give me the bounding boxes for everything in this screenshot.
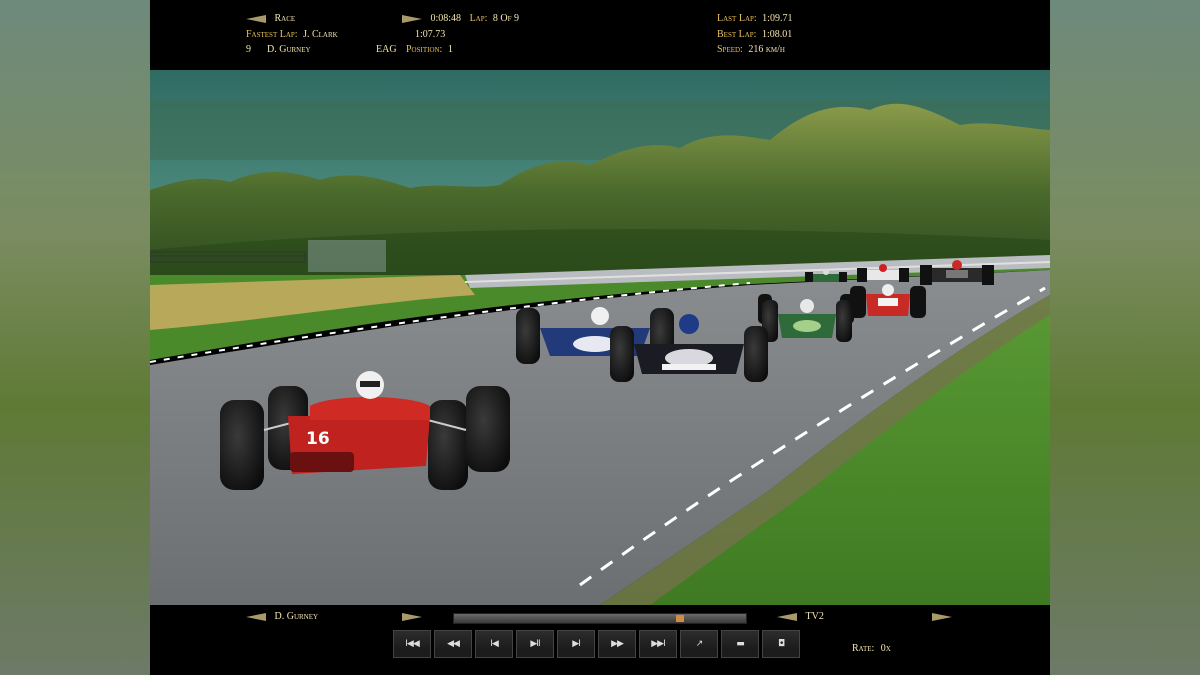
replay-progress-bar[interactable] <box>453 613 747 624</box>
fastest-lap-driver: J. Clark <box>303 29 338 40</box>
previous-driver-arrow-icon[interactable] <box>246 612 266 621</box>
rate-value: 0x <box>880 643 891 654</box>
window-icon: ◘ <box>777 639 785 649</box>
race-scene: 16 <box>150 70 1050 605</box>
fast-forward-button[interactable]: ▶▶ <box>598 630 636 658</box>
play-pause-button[interactable]: ▶II <box>516 630 554 658</box>
position: Position: 1 <box>406 44 453 55</box>
best-lap: Best Lap: 1:08.01 <box>717 29 792 40</box>
best-lap-value: 1:08.01 <box>761 29 793 40</box>
camera-toggle-icon: ↗ <box>695 639 703 649</box>
previous-camera-arrow-icon[interactable] <box>777 612 797 621</box>
best-lap-label: Best Lap: <box>717 29 757 40</box>
step-back-button[interactable]: I◀ <box>475 630 513 658</box>
selected-driver: D. Gurney <box>274 611 319 622</box>
step-forward-button[interactable]: ▶I <box>557 630 595 658</box>
speed: Speed: 216 km/h <box>717 44 785 55</box>
step-back-icon: I◀ <box>490 639 499 649</box>
lap-label: Lap: <box>469 13 488 24</box>
camera-selector[interactable]: TV2 <box>777 611 824 622</box>
skip-to-start-button[interactable]: I◀◀ <box>393 630 431 658</box>
speed-value: 216 km/h <box>748 44 785 55</box>
mode-label: Race <box>274 13 296 24</box>
next-arrow-icon <box>402 14 422 23</box>
playback-controls: I◀◀ ◀◀ I◀ ▶II ▶I ▶▶ ▶▶I ↗ ▬ ◘ <box>393 630 800 658</box>
last-lap-value: 1:09.71 <box>762 13 793 24</box>
next-camera-arrow-icon[interactable] <box>932 611 952 622</box>
arrow-right-icon <box>932 612 952 621</box>
lead-car-number: 16 <box>306 429 330 449</box>
folder-button[interactable]: ▬ <box>721 630 759 658</box>
left-backdrop <box>0 0 150 675</box>
driver-selector[interactable]: D. Gurney <box>246 611 318 622</box>
last-lap-label: Last Lap: <box>717 13 757 24</box>
position-label: Position: <box>406 44 443 55</box>
skip-to-start-icon: I◀◀ <box>405 639 419 649</box>
rate-label: Rate: <box>852 643 875 654</box>
driver-name: D. Gurney <box>267 44 311 55</box>
right-backdrop <box>1050 0 1200 675</box>
window-button[interactable]: ◘ <box>762 630 800 658</box>
skip-to-end-button[interactable]: ▶▶I <box>639 630 677 658</box>
speed-label: Speed: <box>717 44 743 55</box>
game-window: Race 0:08:48 Lap: 8 Of 9 Last Lap: 1:09.… <box>150 0 1050 675</box>
playback-rate: Rate: 0x <box>852 643 891 654</box>
camera-toggle-button[interactable]: ↗ <box>680 630 718 658</box>
driver-number: 9 <box>246 44 251 55</box>
fast-forward-icon: ▶▶ <box>611 639 624 649</box>
last-lap: Last Lap: 1:09.71 <box>717 13 792 24</box>
play-pause-icon: ▶II <box>530 639 540 649</box>
skip-to-end-icon: ▶▶I <box>651 639 665 649</box>
lap-value: 8 Of 9 <box>492 13 520 24</box>
rewind-button[interactable]: ◀◀ <box>434 630 472 658</box>
previous-arrow-icon <box>246 14 266 23</box>
next-driver-arrow-icon[interactable] <box>402 611 422 622</box>
progress-thumb[interactable] <box>676 615 684 622</box>
car-red <box>850 284 926 318</box>
folder-icon: ▬ <box>736 639 744 649</box>
fastest-lap-label: Fastest Lap: <box>246 29 298 40</box>
fastest-lap: Fastest Lap: J. Clark <box>246 29 338 40</box>
session-time: 0:08:48 <box>430 13 462 24</box>
race-viewport[interactable]: 16 <box>150 70 1050 605</box>
playback-bar: D. Gurney TV2 I◀◀ ◀◀ I◀ ▶II ▶I ▶▶ ▶▶I ↗ ▬ ◘ Rate:… <box>150 605 1050 675</box>
team-code: EAG <box>376 44 397 55</box>
step-forward-icon: ▶I <box>572 639 581 649</box>
arrow-right-icon <box>402 612 422 621</box>
timing-hud: Race 0:08:48 Lap: 8 Of 9 Last Lap: 1:09.… <box>150 0 1050 70</box>
session-clock: 0:08:48 Lap: 8 Of 9 <box>402 13 519 24</box>
fence-panel <box>308 240 386 272</box>
mode-indicator[interactable]: Race <box>246 13 295 24</box>
position-value: 1 <box>447 44 453 55</box>
rewind-icon: ◀◀ <box>447 639 460 649</box>
car-green <box>758 294 854 342</box>
fastest-lap-time: 1:07.73 <box>415 29 446 40</box>
selected-camera: TV2 <box>805 611 824 622</box>
